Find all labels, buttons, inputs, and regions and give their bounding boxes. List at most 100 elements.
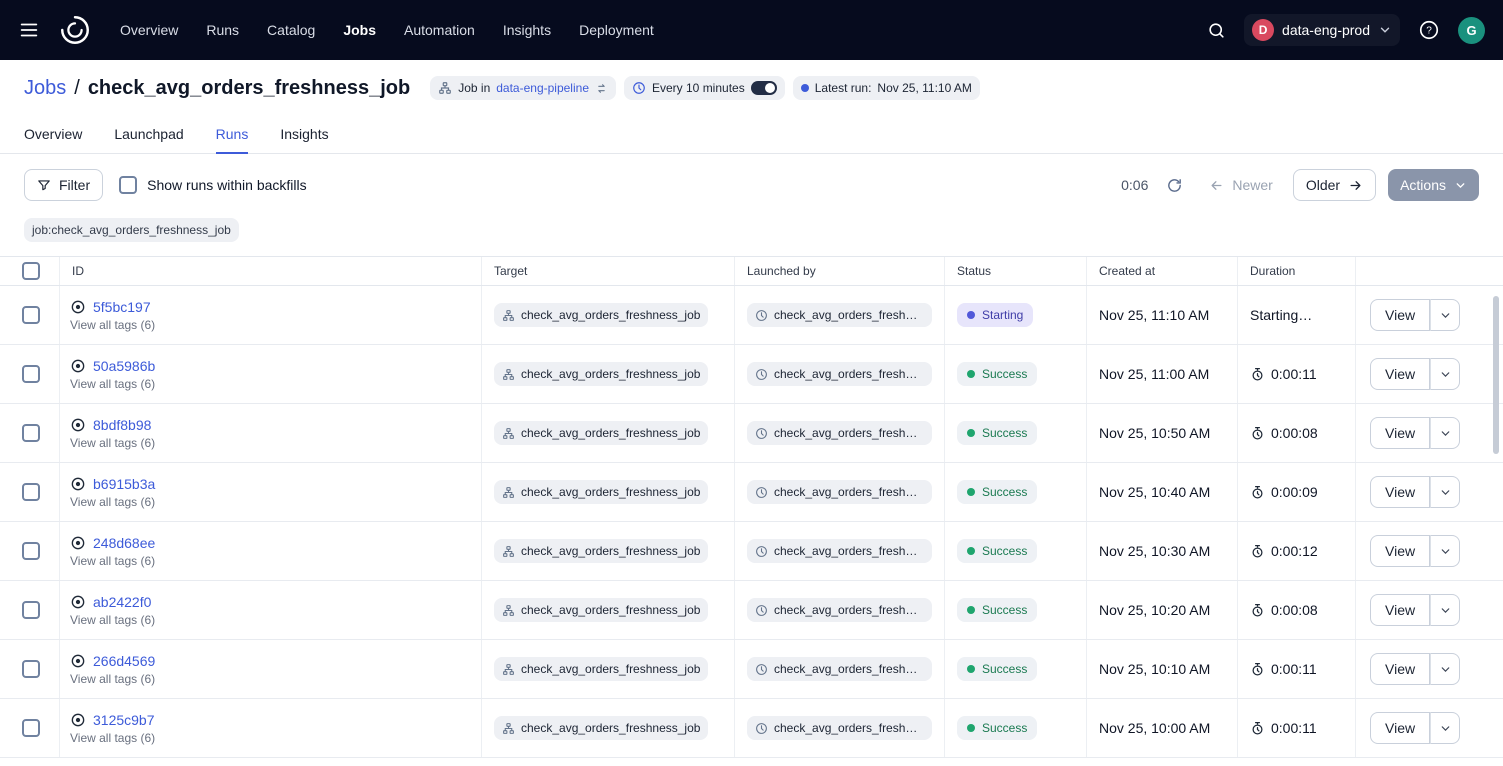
actions-button[interactable]: Actions (1388, 169, 1479, 201)
view-split-button: View (1370, 535, 1460, 567)
deployment-switcher[interactable]: D data-eng-prod (1244, 14, 1400, 46)
view-dropdown-button[interactable] (1430, 535, 1460, 567)
launched-by-tag[interactable]: check_avg_orders_freshn… (747, 539, 932, 563)
view-all-tags-link[interactable]: View all tags (6) (70, 318, 155, 332)
status-badge: Success (957, 421, 1037, 445)
view-dropdown-button[interactable] (1430, 594, 1460, 626)
status-badge: Success (957, 362, 1037, 386)
help-button[interactable]: ? (1412, 13, 1446, 47)
job-filter-tag[interactable]: job:check_avg_orders_freshness_job (24, 218, 239, 242)
run-id-link[interactable]: 266d4569 (93, 653, 155, 669)
nav-item-insights[interactable]: Insights (503, 22, 551, 38)
search-button[interactable] (1201, 15, 1232, 46)
view-dropdown-button[interactable] (1430, 712, 1460, 744)
pipeline-link[interactable]: data-eng-pipeline (496, 81, 589, 95)
filter-button[interactable]: Filter (24, 169, 103, 201)
duration-value: 0:00:11 (1271, 366, 1317, 382)
row-checkbox[interactable] (22, 601, 40, 619)
run-id-link[interactable]: 3125c9b7 (93, 712, 155, 728)
view-all-tags-link[interactable]: View all tags (6) (70, 377, 155, 391)
nav-item-automation[interactable]: Automation (404, 22, 475, 38)
target-tag[interactable]: check_avg_orders_freshness_job (494, 657, 708, 681)
nav-item-catalog[interactable]: Catalog (267, 22, 315, 38)
select-all-checkbox[interactable] (22, 262, 40, 280)
view-run-button[interactable]: View (1370, 653, 1430, 685)
target-tag[interactable]: check_avg_orders_freshness_job (494, 716, 708, 740)
launched-by-tag[interactable]: check_avg_orders_freshn… (747, 421, 932, 445)
launched-by-tag[interactable]: check_avg_orders_freshn… (747, 480, 932, 504)
status-badge: Success (957, 598, 1037, 622)
view-run-button[interactable]: View (1370, 299, 1430, 331)
row-checkbox[interactable] (22, 660, 40, 678)
nav-item-jobs[interactable]: Jobs (343, 22, 376, 38)
schedule-toggle[interactable] (751, 81, 777, 95)
tab-overview[interactable]: Overview (24, 118, 82, 154)
run-id-link[interactable]: ab2422f0 (93, 594, 151, 610)
target-tag[interactable]: check_avg_orders_freshness_job (494, 480, 708, 504)
view-run-button[interactable]: View (1370, 358, 1430, 390)
target-tag[interactable]: check_avg_orders_freshness_job (494, 539, 708, 563)
menu-button[interactable] (12, 13, 46, 47)
row-checkbox[interactable] (22, 719, 40, 737)
chevron-down-icon (1439, 722, 1452, 735)
run-row: b6915b3a View all tags (6) check_avg_ord… (0, 463, 1503, 522)
tab-runs[interactable]: Runs (216, 118, 249, 154)
view-all-tags-link[interactable]: View all tags (6) (70, 436, 155, 450)
nav-item-overview[interactable]: Overview (120, 22, 178, 38)
status-label: Success (982, 426, 1027, 440)
view-dropdown-button[interactable] (1430, 358, 1460, 390)
view-all-tags-link[interactable]: View all tags (6) (70, 613, 155, 627)
tab-launchpad[interactable]: Launchpad (114, 118, 183, 154)
status-badge: Success (957, 657, 1037, 681)
view-all-tags-link[interactable]: View all tags (6) (70, 554, 155, 568)
older-button[interactable]: Older (1293, 169, 1376, 201)
run-id-link[interactable]: 8bdf8b98 (93, 417, 151, 433)
row-checkbox[interactable] (22, 365, 40, 383)
row-checkbox[interactable] (22, 424, 40, 442)
target-tag[interactable]: check_avg_orders_freshness_job (494, 362, 708, 386)
target-tag[interactable]: check_avg_orders_freshness_job (494, 421, 708, 445)
clock-icon (755, 545, 768, 558)
launched-by-tag[interactable]: check_avg_orders_freshn… (747, 657, 932, 681)
view-run-button[interactable]: View (1370, 594, 1430, 626)
created-at-value: Nov 25, 11:00 AM (1087, 345, 1238, 403)
refresh-button[interactable] (1160, 171, 1189, 200)
view-all-tags-link[interactable]: View all tags (6) (70, 731, 155, 745)
view-all-tags-link[interactable]: View all tags (6) (70, 672, 155, 686)
launched-by-tag[interactable]: check_avg_orders_freshn… (747, 598, 932, 622)
launched-by-tag[interactable]: check_avg_orders_freshn… (747, 716, 932, 740)
view-run-button[interactable]: View (1370, 417, 1430, 449)
view-run-button[interactable]: View (1370, 476, 1430, 508)
user-avatar[interactable]: G (1458, 17, 1485, 44)
view-run-button[interactable]: View (1370, 712, 1430, 744)
backfills-checkbox[interactable] (119, 176, 137, 194)
view-dropdown-button[interactable] (1430, 653, 1460, 685)
run-id-link[interactable]: 248d68ee (93, 535, 155, 551)
nav-item-deployment[interactable]: Deployment (579, 22, 654, 38)
view-dropdown-button[interactable] (1430, 476, 1460, 508)
vertical-scrollbar[interactable] (1493, 296, 1499, 454)
run-id-link[interactable]: 5f5bc197 (93, 299, 151, 315)
launched-by-label: check_avg_orders_freshn… (774, 721, 924, 735)
row-checkbox[interactable] (22, 542, 40, 560)
run-id-link[interactable]: 50a5986b (93, 358, 155, 374)
job-icon (502, 722, 515, 735)
view-run-button[interactable]: View (1370, 535, 1430, 567)
row-checkbox[interactable] (22, 483, 40, 501)
target-tag[interactable]: check_avg_orders_freshness_job (494, 303, 708, 327)
nav-item-runs[interactable]: Runs (206, 22, 239, 38)
breadcrumb-jobs-link[interactable]: Jobs (24, 77, 66, 100)
target-tag[interactable]: check_avg_orders_freshness_job (494, 598, 708, 622)
run-id-link[interactable]: b6915b3a (93, 476, 155, 492)
view-all-tags-link[interactable]: View all tags (6) (70, 495, 155, 509)
launched-by-tag[interactable]: check_avg_orders_freshn… (747, 362, 932, 386)
view-dropdown-button[interactable] (1430, 299, 1460, 331)
newer-button[interactable]: Newer (1201, 169, 1280, 201)
launched-by-tag[interactable]: check_avg_orders_freshn… (747, 303, 932, 327)
row-checkbox[interactable] (22, 306, 40, 324)
timer-icon (1250, 426, 1265, 441)
view-dropdown-button[interactable] (1430, 417, 1460, 449)
backfills-checkbox-label: Show runs within backfills (147, 177, 307, 193)
created-at-value: Nov 25, 11:10 AM (1087, 286, 1238, 344)
tab-insights[interactable]: Insights (280, 118, 328, 154)
